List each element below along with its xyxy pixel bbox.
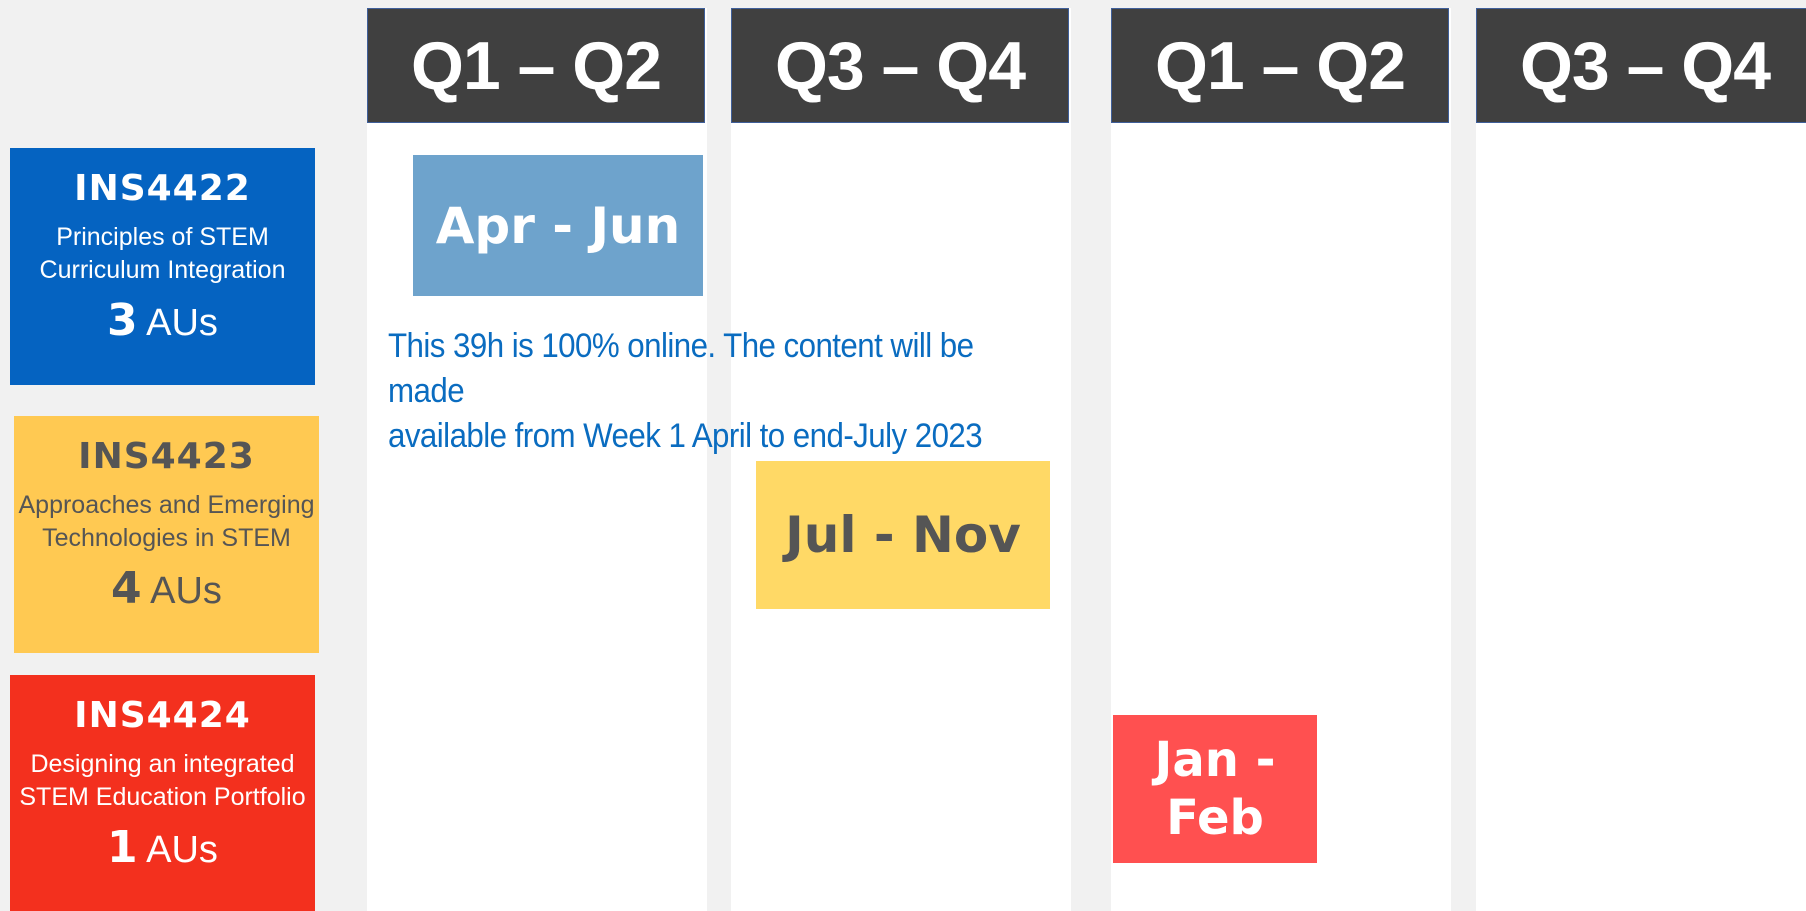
course-au: 3 AUs: [10, 295, 315, 346]
schedule-bar-label: Jul - Nov: [785, 506, 1021, 564]
course-card-ins4422: INS4422 Principles of STEM Curriculum In…: [10, 148, 315, 385]
schedule-bar-apr-jun: Apr - Jun: [413, 155, 703, 296]
schedule-bar-label-line1: Jan -: [1154, 732, 1276, 788]
course-au: 4 AUs: [14, 563, 319, 614]
au-value: 4: [111, 563, 142, 614]
course-card-ins4423: INS4423 Approaches and Emerging Technolo…: [14, 416, 319, 653]
course-card-ins4424: INS4424 Designing an integrated STEM Edu…: [10, 675, 315, 911]
au-unit: AUs: [146, 829, 218, 871]
note-line1: This 39h is 100% online. The content wil…: [388, 327, 974, 410]
course-au: 1 AUs: [10, 822, 315, 873]
au-unit: AUs: [150, 570, 222, 612]
column-header-q1-q2: Q1 – Q2: [367, 8, 705, 123]
schedule-bar-jan-feb: Jan - Feb: [1113, 715, 1317, 863]
course-code: INS4422: [74, 168, 251, 209]
course-name-line1: Approaches and Emerging: [18, 491, 315, 519]
column-header-q3-q4-next: Q3 – Q4: [1476, 8, 1806, 123]
column-header-q3-q4: Q3 – Q4: [731, 8, 1069, 123]
timeline-column-2: Q3 – Q4: [731, 8, 1071, 911]
course-name-line2: STEM Education Portfolio: [19, 783, 306, 811]
note-line2: available from Week 1 April to end-July …: [388, 417, 983, 455]
schedule-bar-jul-nov: Jul - Nov: [756, 461, 1050, 609]
au-value: 1: [107, 822, 138, 873]
timeline-column-1: Q1 – Q2: [367, 8, 707, 911]
course-code: INS4424: [74, 695, 251, 736]
course-name-line1: Principles of STEM: [56, 223, 269, 251]
course-code: INS4423: [78, 436, 255, 477]
course-name-line2: Curriculum Integration: [39, 256, 286, 284]
column-header-q1-q2-next: Q1 – Q2: [1111, 8, 1449, 123]
schedule-bar-label-line2: Feb: [1166, 790, 1264, 846]
course-name-line2: Technologies in STEM: [42, 524, 291, 552]
au-unit: AUs: [146, 302, 218, 344]
timeline-column-4: Q3 – Q4: [1476, 8, 1806, 911]
au-value: 3: [107, 295, 138, 346]
schedule-bar-label: Apr - Jun: [435, 196, 681, 255]
course-name-line1: Designing an integrated: [30, 750, 295, 778]
online-delivery-note: This 39h is 100% online. The content wil…: [388, 324, 1032, 459]
